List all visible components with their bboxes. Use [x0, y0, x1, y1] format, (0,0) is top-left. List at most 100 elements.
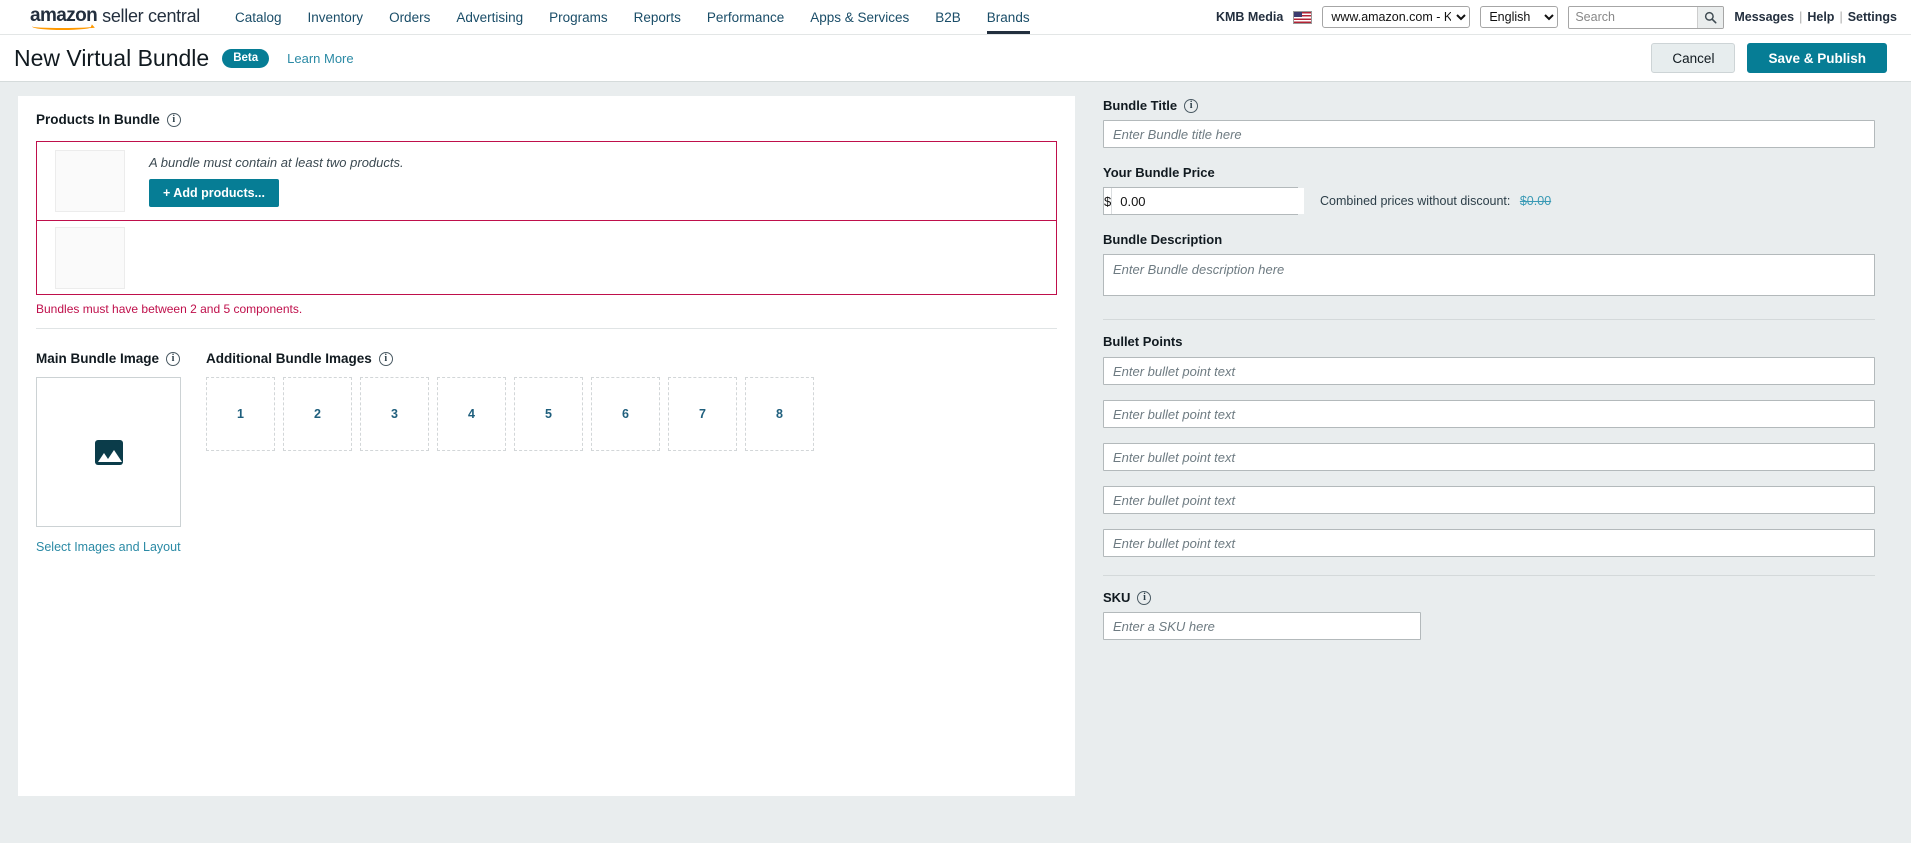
page-header: New Virtual Bundle Beta Learn More Cance…	[0, 35, 1911, 82]
bundle-price-group: Your Bundle Price $ Combined prices with…	[1103, 165, 1875, 215]
bundle-title-label: Bundle Title	[1103, 98, 1178, 113]
info-icon[interactable]: i	[166, 351, 181, 366]
bullet-point-input-3[interactable]	[1103, 443, 1875, 471]
separator-1: |	[1799, 10, 1803, 24]
bullet-point-row-3	[1103, 443, 1875, 471]
additional-image-slot-6[interactable]: 6	[591, 377, 660, 451]
product-thumbnail-placeholder	[55, 150, 125, 212]
amazon-seller-central-logo[interactable]: amazon seller central	[30, 0, 200, 34]
page-title: New Virtual Bundle	[14, 44, 210, 71]
beta-badge: Beta	[222, 48, 270, 68]
section-divider	[36, 328, 1057, 329]
bullet-point-input-2[interactable]	[1103, 400, 1875, 428]
info-icon[interactable]: i	[378, 351, 393, 366]
additional-bundle-images-heading: Additional Bundle Images i	[206, 351, 1057, 366]
bullet-points-label: Bullet Points	[1103, 334, 1183, 349]
additional-image-slot-1[interactable]: 1	[206, 377, 275, 451]
info-icon[interactable]: i	[166, 112, 181, 127]
seller-central-wordmark: seller central	[102, 5, 200, 26]
bundle-description-label-row: Bundle Description	[1103, 232, 1875, 247]
save-and-publish-button[interactable]: Save & Publish	[1747, 43, 1887, 73]
currency-symbol: $	[1104, 188, 1113, 214]
product-row[interactable]	[36, 221, 1057, 295]
additional-image-slot-5[interactable]: 5	[514, 377, 583, 451]
combined-prices-value: $0.00	[1519, 194, 1552, 208]
bundle-description-label: Bundle Description	[1103, 232, 1223, 247]
main-bundle-image-group: Main Bundle Image i Select Images and La…	[36, 351, 184, 556]
bullet-point-row-2	[1103, 400, 1875, 428]
primary-nav-links: Catalog Inventory Orders Advertising Pro…	[222, 0, 1043, 34]
nav-item-orders[interactable]: Orders	[376, 0, 443, 34]
nav-item-b2b[interactable]: B2B	[922, 0, 974, 34]
settings-link[interactable]: Settings	[1848, 10, 1897, 24]
info-icon[interactable]: i	[1137, 590, 1152, 605]
add-products-button[interactable]: + Add products...	[149, 179, 279, 207]
marketplace-select[interactable]: www.amazon.com - KMB M	[1322, 6, 1471, 28]
main-image-dropzone[interactable]	[36, 377, 181, 527]
bundle-title-input[interactable]	[1103, 120, 1875, 148]
product-thumbnail-placeholder	[55, 226, 125, 289]
bundle-description-textarea[interactable]	[1103, 254, 1875, 296]
additional-image-slot-4[interactable]: 4	[437, 377, 506, 451]
search-box	[1568, 5, 1725, 29]
products-in-bundle-label: Products In Bundle	[36, 112, 160, 127]
bundle-price-label: Your Bundle Price	[1103, 165, 1215, 180]
bullet-point-input-5[interactable]	[1103, 529, 1875, 557]
price-input-wrapper: $	[1103, 187, 1305, 215]
bundle-price-input[interactable]	[1112, 188, 1305, 214]
nav-item-programs[interactable]: Programs	[536, 0, 621, 34]
additional-image-slot-2[interactable]: 2	[283, 377, 352, 451]
select-images-and-layout-link[interactable]: Select Images and Layout	[36, 540, 181, 554]
form-divider-2	[1103, 575, 1875, 576]
main-bundle-image-label: Main Bundle Image	[36, 351, 160, 366]
main-bundle-image-heading: Main Bundle Image i	[36, 351, 184, 366]
additional-image-slot-3[interactable]: 3	[360, 377, 429, 451]
messages-link[interactable]: Messages	[1734, 10, 1794, 24]
utility-links: Messages | Help | Settings	[1734, 10, 1897, 24]
bullet-point-input-1[interactable]	[1103, 357, 1875, 385]
top-navigation-bar: amazon seller central Catalog Inventory …	[0, 0, 1911, 35]
nav-item-apps-and-services[interactable]: Apps & Services	[797, 0, 922, 34]
bundle-components-error: Bundles must have between 2 and 5 compon…	[36, 302, 303, 316]
cancel-button[interactable]: Cancel	[1651, 43, 1736, 73]
products-in-bundle-heading: Products In Bundle i	[36, 112, 1057, 127]
nav-item-brands[interactable]: Brands	[974, 0, 1043, 34]
info-icon[interactable]: i	[1184, 98, 1199, 113]
bullet-point-row-4	[1103, 486, 1875, 514]
combined-prices-info: Combined prices without discount: $0.00	[1320, 194, 1551, 208]
mountain-shape-2	[105, 449, 122, 462]
additional-bundle-images-group: Additional Bundle Images i 1 2 3 4 5 6 7…	[206, 351, 1057, 556]
nav-item-performance[interactable]: Performance	[694, 0, 797, 34]
help-link[interactable]: Help	[1807, 10, 1834, 24]
amazon-swoosh-icon	[32, 23, 94, 30]
nav-item-inventory[interactable]: Inventory	[295, 0, 377, 34]
bundle-title-group: Bundle Title i	[1103, 98, 1875, 148]
page-content: Products In Bundle i A bundle must conta…	[0, 82, 1911, 843]
bundle-description-group: Bundle Description	[1103, 232, 1875, 301]
bundle-details-form: Bundle Title i Your Bundle Price $ Combi…	[1075, 96, 1893, 640]
sku-group: SKU i	[1103, 590, 1875, 640]
sku-label-row: SKU i	[1103, 590, 1875, 605]
sku-label: SKU	[1103, 590, 1131, 605]
bullet-point-input-4[interactable]	[1103, 486, 1875, 514]
nav-item-reports[interactable]: Reports	[621, 0, 694, 34]
bundle-price-row: $ Combined prices without discount: $0.0…	[1103, 187, 1875, 215]
images-section: Main Bundle Image i Select Images and La…	[36, 351, 1057, 556]
nav-item-catalog[interactable]: Catalog	[222, 0, 295, 34]
bundle-builder-card: Products In Bundle i A bundle must conta…	[18, 96, 1075, 796]
search-icon[interactable]	[1697, 6, 1724, 28]
header-action-buttons: Cancel Save & Publish	[1651, 43, 1887, 73]
additional-image-slot-7[interactable]: 7	[668, 377, 737, 451]
learn-more-link[interactable]: Learn More	[287, 51, 353, 66]
additional-images-grid: 1 2 3 4 5 6 7 8	[206, 377, 1057, 451]
bundle-minimum-message: A bundle must contain at least two produ…	[149, 155, 404, 170]
language-select[interactable]: English	[1480, 6, 1559, 28]
search-input[interactable]	[1569, 6, 1698, 28]
sku-input[interactable]	[1103, 612, 1421, 640]
nav-item-advertising[interactable]: Advertising	[443, 0, 536, 34]
separator-2: |	[1839, 10, 1843, 24]
products-list: A bundle must contain at least two produ…	[36, 141, 1057, 316]
product-row[interactable]: A bundle must contain at least two produ…	[36, 141, 1057, 221]
additional-image-slot-8[interactable]: 8	[745, 377, 814, 451]
bullet-points-label-row: Bullet Points	[1103, 334, 1875, 349]
